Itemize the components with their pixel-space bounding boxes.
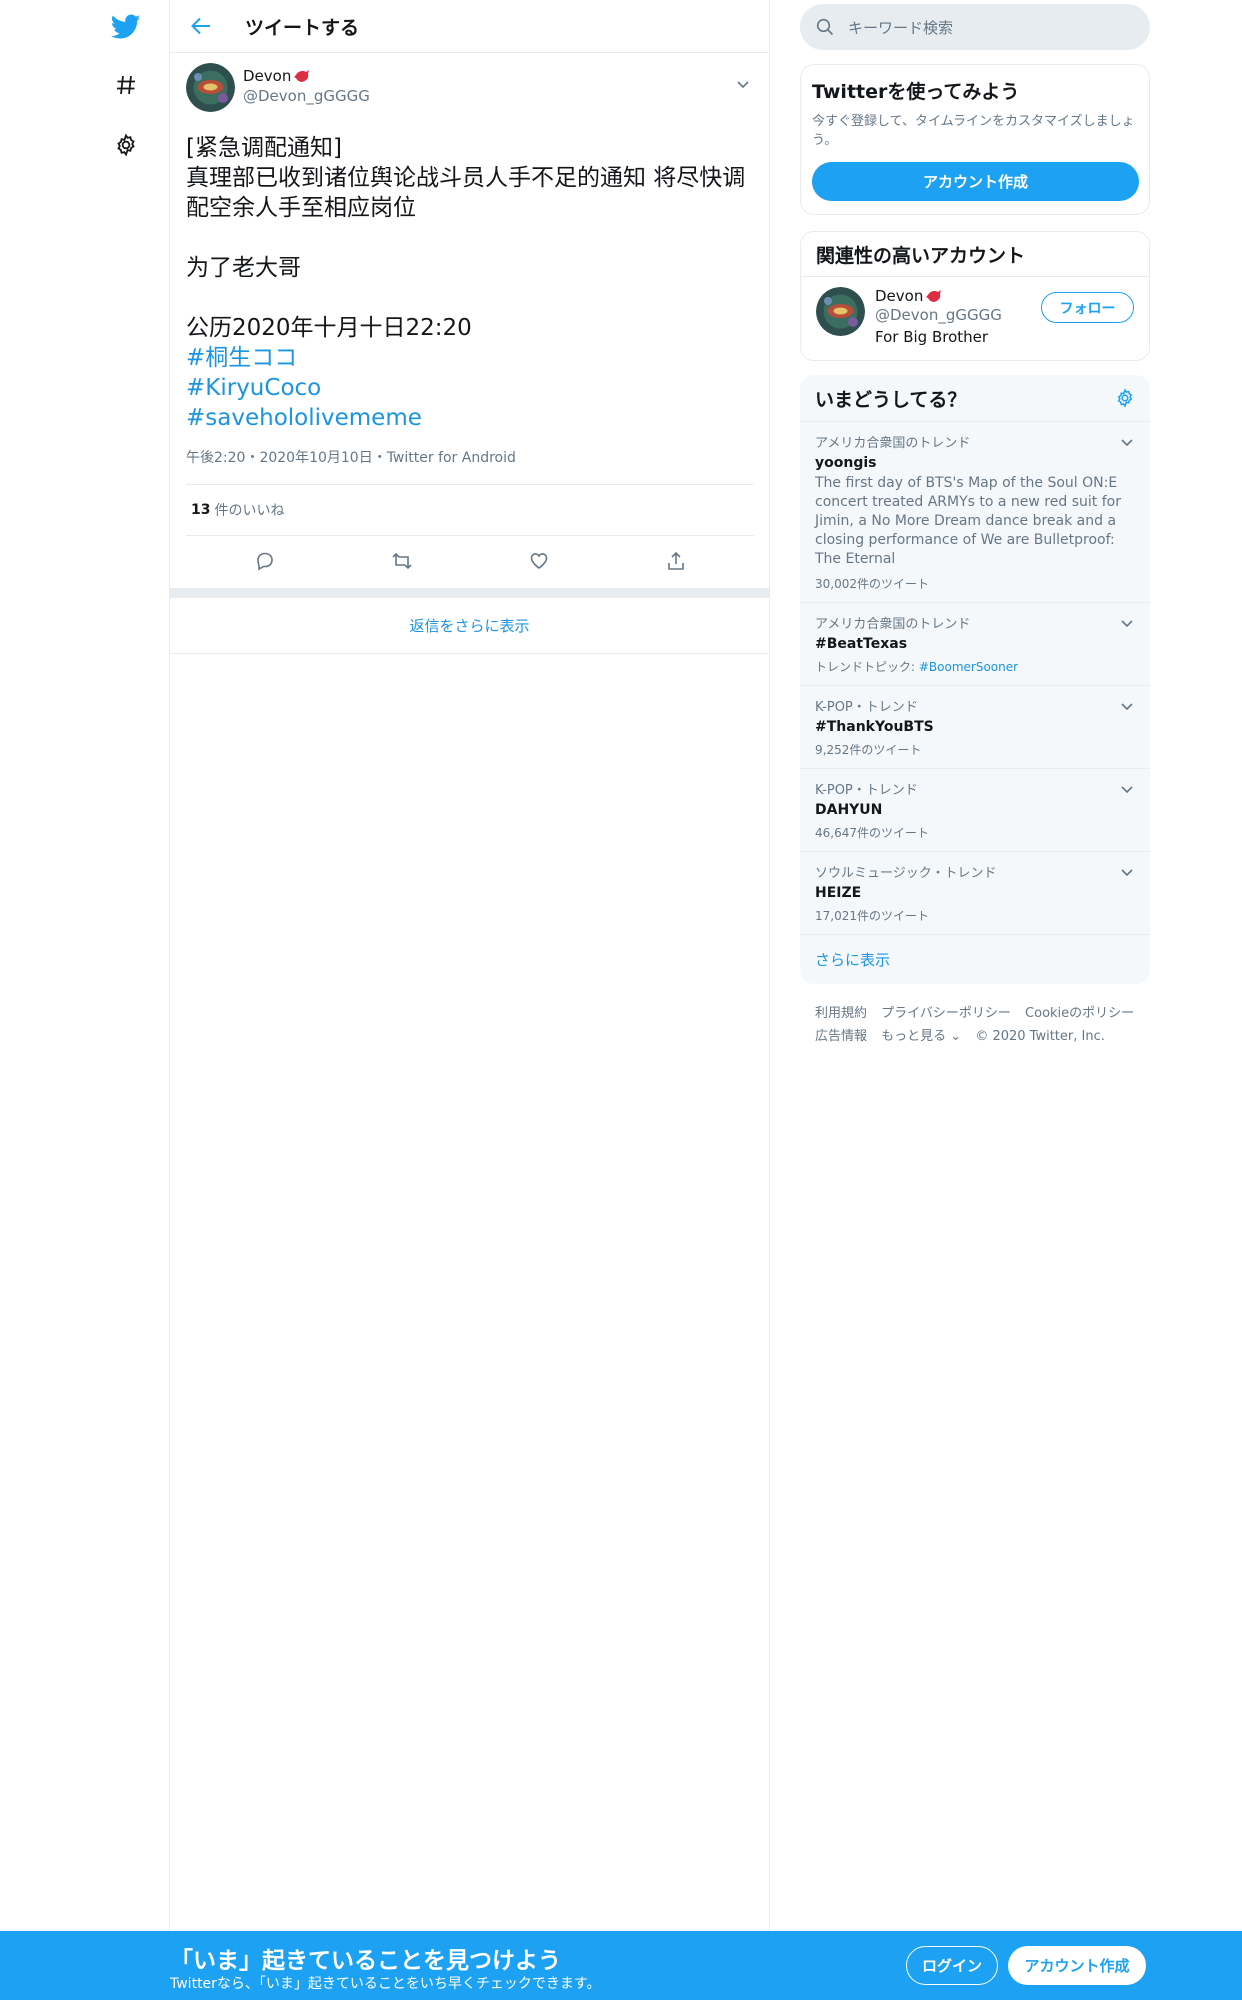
twitter-logo-icon[interactable] [109, 10, 143, 44]
chevron-down-icon[interactable] [1119, 615, 1135, 631]
search-placeholder: キーワード検索 [848, 18, 954, 37]
show-more-trends-link[interactable]: さらに表示 [800, 935, 1150, 984]
search-icon [816, 18, 834, 36]
bird-emoji-icon [294, 69, 310, 83]
create-account-button[interactable]: アカウント作成 [812, 162, 1139, 201]
author-handle[interactable]: @Devon_gGGGG [243, 87, 370, 105]
trends-card: いまどうしてる？ アメリカ合衆国のトレンド yoongis The first … [800, 375, 1150, 984]
left-navigation [0, 0, 170, 2000]
tweet-line: 公历2020年十月十日22:20 [186, 315, 472, 341]
likes-count: 13 [191, 502, 211, 518]
related-accounts-card: 関連性の高いアカウント Devon @Devon_gGGGG For Big B… [800, 231, 1150, 361]
tweet-text: [紧急调配通知] 真理部已收到诸位舆论战斗员人手不足的通知 将尽快调 配空余人手… [186, 133, 754, 433]
share-icon[interactable] [659, 544, 693, 578]
hashtag-icon[interactable] [109, 68, 143, 102]
likes-row[interactable]: 13 件のいいね [186, 485, 754, 536]
trend-count: 30,002件のツイート [815, 577, 929, 591]
right-sidebar: キーワード検索 Twitterを使ってみよう 今すぐ登録して、タイムラインをカス… [800, 0, 1150, 1048]
chevron-down-icon[interactable] [1119, 864, 1135, 880]
trend-description: The first day of BTS's Map of the Soul O… [815, 475, 1121, 567]
trend-name: yoongis [815, 455, 877, 471]
show-more-replies-link[interactable]: 返信をさらに表示 [170, 598, 769, 654]
signup-button[interactable]: アカウント作成 [1008, 1946, 1146, 1985]
footer: 利用規約 プライバシーポリシー Cookieのポリシー 広告情報 もっと見る ⌄… [800, 1002, 1150, 1048]
hashtag-link[interactable]: #桐生ココ [186, 343, 754, 373]
footer-link[interactable]: 広告情報 [815, 1029, 867, 1044]
avatar[interactable] [186, 63, 235, 112]
trend-item[interactable]: K-POP・トレンド #ThankYouBTS 9,252件のツイート [800, 686, 1150, 769]
trend-count: 17,021件のツイート [815, 909, 929, 923]
footer-link[interactable]: プライバシーポリシー [881, 1006, 1011, 1021]
tweet: Devon @Devon_gGGGG [紧急调配通知] 真理部已收到诸位舆论战斗… [170, 53, 769, 586]
trend-context: K-POP・トレンド [815, 783, 918, 798]
gear-icon[interactable] [1115, 388, 1135, 408]
trend-name: #ThankYouBTS [815, 719, 934, 735]
banner-subtitle: Twitterなら、「いま」起きていることをいち早くチェックできます。 [170, 1976, 601, 1992]
tweet-actions [186, 536, 754, 586]
tweet-timestamp[interactable]: 午後2:20・2020年10月10日・Twitter for Android [186, 447, 754, 485]
tweet-line [186, 283, 754, 313]
bird-emoji-icon [926, 289, 942, 303]
related-user-bio: For Big Brother [875, 328, 989, 346]
copyright: © 2020 Twitter, Inc. [975, 1029, 1105, 1044]
avatar[interactable] [816, 287, 865, 336]
tweet-line [186, 223, 754, 253]
back-arrow-icon[interactable] [184, 9, 218, 43]
trend-name: HEIZE [815, 885, 862, 901]
chevron-down-icon[interactable] [1119, 434, 1135, 450]
chevron-down-icon[interactable] [1119, 781, 1135, 797]
footer-link[interactable]: 利用規約 [815, 1006, 867, 1021]
trend-count: 46,647件のツイート [815, 826, 929, 840]
related-title: 関連性の高いアカウント [816, 244, 1026, 267]
trend-context: アメリカ合衆国のトレンド [815, 436, 971, 451]
trend-count: 9,252件のツイート [815, 743, 922, 757]
page-header: ツイートする [170, 0, 769, 53]
trend-item[interactable]: ソウルミュージック・トレンド HEIZE 17,021件のツイート [800, 852, 1150, 935]
tweet-line: 配空余人手至相应岗位 [186, 195, 416, 221]
footer-link[interactable]: Cookieのポリシー [1025, 1006, 1134, 1021]
tweet-line: 真理部已收到诸位舆论战斗员人手不足的通知 将尽快调 [186, 165, 746, 191]
trend-item[interactable]: K-POP・トレンド DAHYUN 46,647件のツイート [800, 769, 1150, 852]
heart-icon[interactable] [522, 544, 556, 578]
trend-name: #BeatTexas [815, 636, 908, 652]
related-user-name[interactable]: Devon [875, 287, 923, 305]
page-title: ツイートする [245, 16, 360, 39]
trend-context: K-POP・トレンド [815, 700, 918, 715]
divider [170, 588, 769, 598]
retweet-icon[interactable] [385, 544, 419, 578]
trends-title: いまどうしてる？ [815, 388, 967, 411]
trend-item[interactable]: アメリカ合衆国のトレンド #BeatTexas トレンドトピック: #Boome… [800, 603, 1150, 686]
trend-topic-label: トレンドトピック: [815, 660, 919, 674]
trend-topic: トレンドトピック: #BoomerSooner [815, 658, 1135, 675]
likes-label: 件のいいね [214, 503, 285, 519]
hashtag-link[interactable]: #savehololivememe [186, 403, 754, 433]
chevron-down-icon[interactable] [734, 75, 752, 93]
signup-banner: 「いま」起きていることを見つけよう Twitterなら、「いま」起きていることを… [0, 1931, 1242, 2000]
trend-item[interactable]: アメリカ合衆国のトレンド yoongis The first day of BT… [800, 422, 1150, 603]
trend-topic-link[interactable]: #BoomerSooner [919, 660, 1018, 674]
search-input[interactable]: キーワード検索 [800, 4, 1150, 50]
chevron-down-icon[interactable] [1119, 698, 1135, 714]
tweet-author: Devon @Devon_gGGGG [186, 63, 754, 116]
login-button[interactable]: ログイン [906, 1946, 998, 1985]
tweet-line: 为了老大哥 [186, 255, 301, 281]
author-name[interactable]: Devon [243, 67, 291, 85]
gear-icon[interactable] [109, 128, 143, 162]
signup-card: Twitterを使ってみよう 今すぐ登録して、タイムラインをカスタマイズしましょ… [800, 64, 1150, 215]
signup-subtitle: 今すぐ登録して、タイムラインをカスタマイズしましょう。 [812, 114, 1135, 148]
hashtag-link[interactable]: #KiryuCoco [186, 373, 754, 403]
tweet-line: [紧急调配通知] [186, 135, 342, 161]
signup-title: Twitterを使ってみよう [812, 81, 1020, 103]
related-user[interactable]: Devon @Devon_gGGGG For Big Brother フォロー [801, 277, 1149, 360]
follow-button[interactable]: フォロー [1041, 292, 1134, 323]
related-user-handle: @Devon_gGGGG [875, 306, 1002, 324]
trend-context: アメリカ合衆国のトレンド [815, 617, 971, 632]
main-column: ツイートする Devon @Devon_gGGGG [紧急调配通知] 真理部已收… [170, 0, 770, 2000]
banner-title: 「いま」起きていることを見つけよう [170, 1948, 561, 1974]
trend-name: DAHYUN [815, 802, 883, 818]
reply-icon[interactable] [248, 544, 282, 578]
trend-context: ソウルミュージック・トレンド [815, 866, 997, 881]
footer-link[interactable]: もっと見る ⌄ [881, 1029, 961, 1044]
